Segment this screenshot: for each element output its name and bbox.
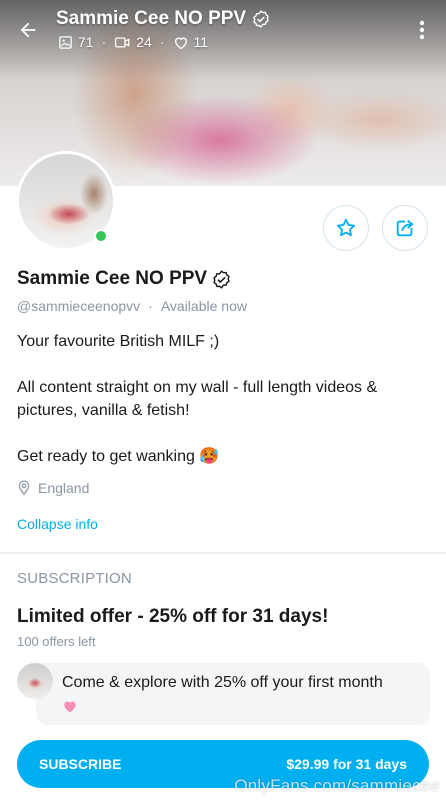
bio-spacer: [17, 353, 429, 376]
profile-bio: Your favourite British MILF ;) All conte…: [17, 330, 429, 468]
likes-stat: 11: [173, 34, 209, 50]
collapse-info-link[interactable]: Collapse info: [17, 516, 98, 532]
stat-separator: ·: [101, 34, 107, 50]
cover-stats: 71 · 24 · 11: [58, 34, 208, 50]
likes-count: 11: [193, 34, 209, 50]
location-text: England: [38, 480, 90, 496]
star-icon: [337, 218, 355, 237]
profile-handle-row: @sammieceenopvv · Available now: [17, 298, 247, 314]
profile-location: England: [17, 480, 89, 496]
videos-count: 24: [136, 34, 152, 50]
promo-message: Come & explore with 25% off your first m…: [62, 671, 422, 719]
watermark: OnlyFans.com/sammiecee: [234, 776, 440, 795]
pink-heart-icon: [64, 701, 76, 713]
handle-separator: ·: [148, 298, 153, 314]
subscription-header: SUBSCRIPTION: [17, 570, 132, 587]
section-divider: [0, 552, 446, 554]
bio-spacer: [17, 422, 429, 445]
subscribe-price: $29.99 for 31 days: [286, 756, 407, 772]
online-status-dot: [94, 229, 108, 243]
bio-line: Your favourite British MILF ;): [17, 333, 220, 350]
location-pin-icon: [18, 480, 30, 496]
verified-icon: [253, 10, 269, 28]
bio-line: All content straight on my wall - full l…: [17, 379, 378, 419]
heart-icon: [174, 37, 187, 49]
profile-handle: @sammieceenopvv: [17, 298, 141, 314]
promo-message-text: Come & explore with 25% off your first m…: [62, 674, 383, 691]
more-options-button[interactable]: [410, 16, 434, 44]
photos-stat: 71: [58, 34, 94, 50]
kebab-menu-icon: [419, 20, 425, 40]
bio-line: Get ready to get wanking 🥵: [17, 448, 220, 465]
videos-stat: 24: [114, 34, 152, 50]
image-icon: [59, 35, 72, 49]
verified-icon: [213, 269, 230, 289]
back-button[interactable]: [12, 14, 44, 46]
photos-count: 71: [78, 34, 94, 50]
availability-status: Available now: [160, 298, 247, 314]
offers-left: 100 offers left: [17, 634, 96, 649]
offer-title: Limited offer - 25% off for 31 days!: [17, 606, 329, 627]
profile-name-row: Sammie Cee NO PPV: [17, 268, 231, 290]
add-to-favorites-button[interactable]: [323, 205, 369, 251]
share-button[interactable]: [382, 205, 428, 251]
cover-title-row: Sammie Cee NO PPV: [56, 8, 270, 30]
message-avatar: [17, 663, 53, 699]
stat-separator: ·: [159, 34, 165, 50]
profile-name: Sammie Cee NO PPV: [17, 268, 208, 289]
subscribe-label: SUBSCRIBE: [39, 756, 122, 772]
cover-title: Sammie Cee NO PPV: [56, 8, 247, 29]
share-icon: [396, 219, 414, 237]
arrow-left-icon: [20, 22, 36, 38]
video-camera-icon: [115, 37, 130, 47]
